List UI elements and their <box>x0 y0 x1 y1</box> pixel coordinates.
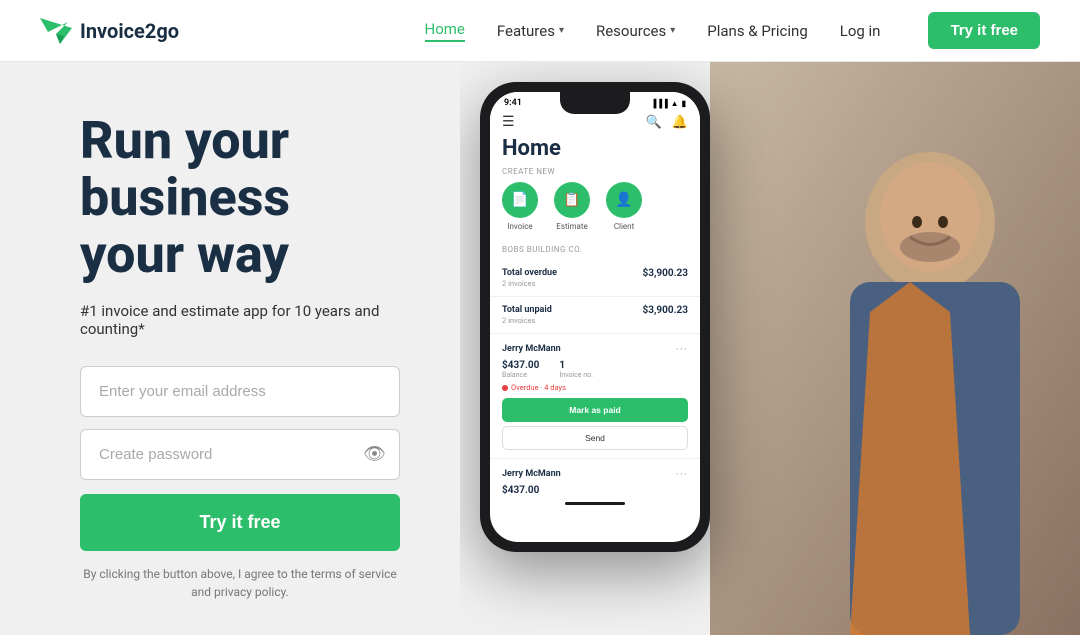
battery-icon: ▮ <box>682 99 686 108</box>
wifi-icon: ▲ <box>671 99 679 108</box>
phone-mockup: 9:41 ▐▐▐ ▲ ▮ ☰ 🔍 🔔 <box>480 82 710 552</box>
total-unpaid-row: Total unpaid 2 invoices $3,900.23 <box>490 297 700 334</box>
main-content: Run your business your way #1 invoice an… <box>0 62 1080 635</box>
eye-icon[interactable]: 👁 <box>363 444 386 465</box>
search-icon[interactable]: 🔍 <box>646 115 662 130</box>
password-input[interactable] <box>80 429 400 480</box>
invoice-circle-icon: 📄 <box>502 182 538 218</box>
person-illustration <box>710 62 1080 635</box>
header-try-free-button[interactable]: Try it free <box>928 12 1040 49</box>
person-background <box>710 62 1080 635</box>
bell-icon[interactable]: 🔔 <box>672 115 688 130</box>
nav-login[interactable]: Log in <box>840 22 881 40</box>
hero-title: Run your business your way <box>80 112 400 284</box>
overdue-text: Overdue · 4 days <box>511 383 566 392</box>
disclaimer-text: By clicking the button above, I agree to… <box>80 565 400 601</box>
total-overdue-row: Total overdue 2 invoices $3,900.23 <box>490 260 700 297</box>
create-invoice[interactable]: 📄 Invoice <box>502 182 538 231</box>
invoice-label: Invoice <box>507 222 532 231</box>
nav-resources[interactable]: Resources ▾ <box>596 22 675 40</box>
logo-icon <box>40 18 72 44</box>
client-amounts: $437.00 Balance 1 Invoice no. <box>502 360 688 379</box>
create-icons-row: 📄 Invoice 📋 Estimate 👤 Client <box>490 182 700 241</box>
hero-subtitle: #1 invoice and estimate app for 10 years… <box>80 302 400 338</box>
logo-text: Invoice2go <box>80 19 179 43</box>
nav-plans[interactable]: Plans & Pricing <box>707 22 807 40</box>
overdue-badge: Overdue · 4 days <box>502 383 688 392</box>
hero-visual: 9:41 ▐▐▐ ▲ ▮ ☰ 🔍 🔔 <box>460 62 1080 635</box>
status-icons: ▐▐▐ ▲ ▮ <box>651 99 686 108</box>
main-nav: Home Features ▾ Resources ▾ Plans & Pric… <box>425 12 1041 49</box>
nav-home[interactable]: Home <box>425 20 465 42</box>
signal-icon: ▐▐▐ <box>651 99 668 108</box>
invoice-count-block: 1 Invoice no. <box>559 360 593 379</box>
app-title: Home <box>490 136 700 167</box>
chevron-down-icon: ▾ <box>559 25 564 36</box>
overdue-sub: 2 invoices <box>502 279 557 288</box>
more-options-2-icon[interactable]: ··· <box>676 467 688 481</box>
balance-block: $437.00 Balance <box>502 360 539 379</box>
create-estimate[interactable]: 📋 Estimate <box>554 182 590 231</box>
client-2-name: Jerry McMann <box>502 469 561 479</box>
estimate-circle-icon: 📋 <box>554 182 590 218</box>
unpaid-sub: 2 invoices <box>502 316 552 325</box>
signup-form: 👁 <box>80 366 400 480</box>
overdue-value: $3,900.23 <box>642 268 688 279</box>
client-2-amount: $437.00 <box>502 485 688 496</box>
client-circle-icon: 👤 <box>606 182 642 218</box>
client-card-header: Jerry McMann ··· <box>502 342 688 356</box>
phone-screen: 9:41 ▐▐▐ ▲ ▮ ☰ 🔍 🔔 <box>490 92 700 542</box>
balance-label: Balance <box>502 371 539 379</box>
logo[interactable]: Invoice2go <box>40 18 179 44</box>
business-name: BOBS BUILDING CO. <box>490 241 700 260</box>
hamburger-icon[interactable]: ☰ <box>502 114 515 130</box>
main-try-free-button[interactable]: Try it free <box>80 494 400 551</box>
phone-outer: 9:41 ▐▐▐ ▲ ▮ ☰ 🔍 🔔 <box>480 82 710 552</box>
phone-home-indicator <box>565 502 625 505</box>
unpaid-label: Total unpaid <box>502 305 552 315</box>
client-name: Jerry McMann <box>502 344 561 354</box>
email-input[interactable] <box>80 366 400 417</box>
chevron-down-icon: ▾ <box>670 25 675 36</box>
app-action-icons: 🔍 🔔 <box>646 115 688 130</box>
send-button[interactable]: Send <box>502 426 688 450</box>
create-client[interactable]: 👤 Client <box>606 182 642 231</box>
invoice-label: Invoice no. <box>559 371 593 379</box>
client-card-2: Jerry McMann ··· $437.00 <box>490 459 700 513</box>
overdue-dot-icon <box>502 385 508 391</box>
nav-features[interactable]: Features ▾ <box>497 22 564 40</box>
create-new-label: CREATE NEW <box>490 167 700 182</box>
client-2-header: Jerry McMann ··· <box>502 467 688 481</box>
header: Invoice2go Home Features ▾ Resources ▾ P… <box>0 0 1080 62</box>
client-label: Client <box>614 222 634 231</box>
phone-notch <box>560 92 630 114</box>
balance-amount: $437.00 <box>502 360 539 371</box>
mark-paid-button[interactable]: Mark as paid <box>502 398 688 422</box>
password-wrapper: 👁 <box>80 429 400 480</box>
invoice-count: 1 <box>559 360 593 371</box>
status-time: 9:41 <box>504 98 522 108</box>
estimate-label: Estimate <box>556 222 587 231</box>
hero-section: Run your business your way #1 invoice an… <box>0 62 460 635</box>
overdue-label: Total overdue <box>502 268 557 278</box>
more-options-icon[interactable]: ··· <box>676 342 688 356</box>
unpaid-value: $3,900.23 <box>642 305 688 316</box>
client-card-1: Jerry McMann ··· $437.00 Balance 1 Invoi… <box>490 334 700 459</box>
